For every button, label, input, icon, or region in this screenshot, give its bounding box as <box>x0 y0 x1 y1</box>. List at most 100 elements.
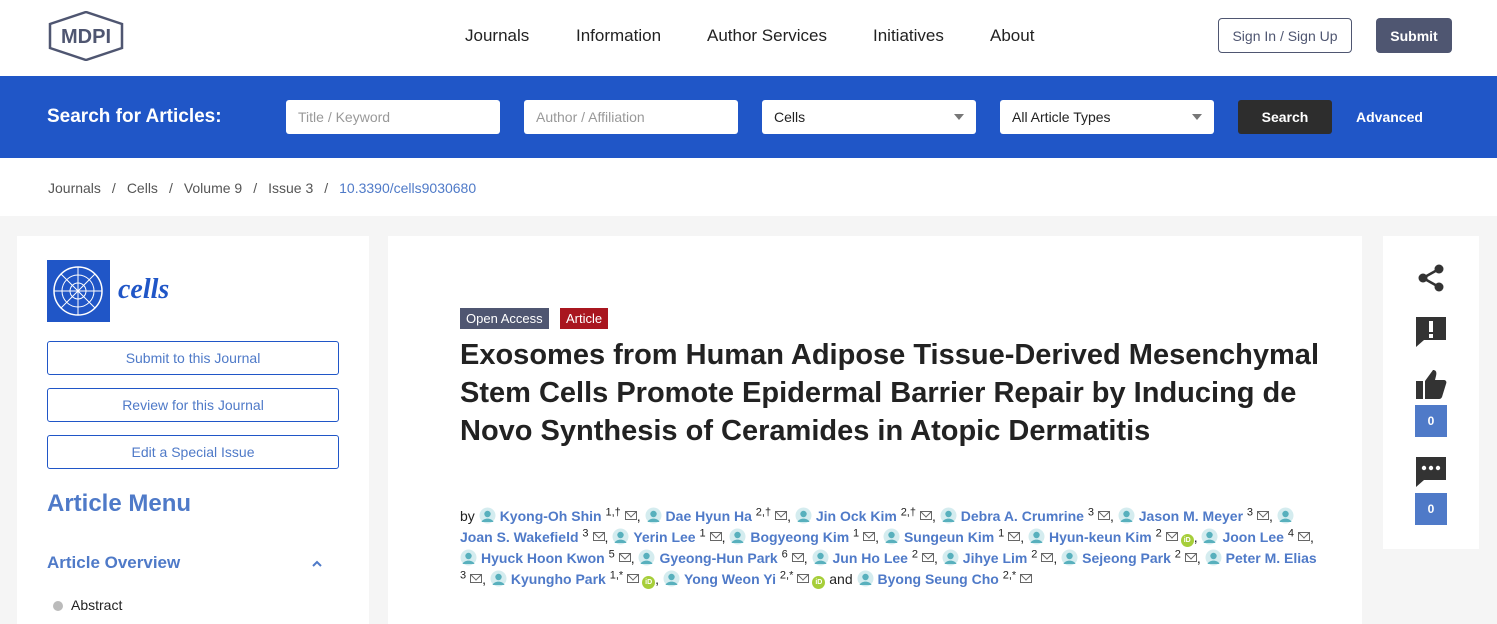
mail-icon[interactable] <box>1297 532 1310 541</box>
breadcrumb: Journals / Cells / Volume 9 / Issue 3 / … <box>48 180 477 196</box>
mail-icon[interactable] <box>919 511 932 520</box>
author-affiliation: 3 <box>582 527 589 540</box>
mail-icon[interactable] <box>627 574 640 583</box>
nav-information[interactable]: Information <box>576 26 661 46</box>
report-icon[interactable] <box>1415 316 1447 348</box>
nav-about[interactable]: About <box>990 26 1034 46</box>
mail-icon[interactable] <box>797 574 810 583</box>
mail-icon[interactable] <box>1041 553 1054 562</box>
breadcrumb-journals[interactable]: Journals <box>48 180 101 196</box>
mail-icon[interactable] <box>791 553 804 562</box>
mail-icon[interactable] <box>1165 532 1178 541</box>
author-name[interactable]: Byong Seung Cho <box>878 571 999 587</box>
mail-icon[interactable] <box>1097 511 1110 520</box>
author-name[interactable]: Joan S. Wakefield <box>460 529 579 545</box>
orcid-icon[interactable]: iD <box>1180 534 1194 547</box>
author-affiliation: 4 <box>1287 527 1294 540</box>
author-entry: Yerin Lee 1 <box>612 527 722 545</box>
submit-to-journal-button[interactable]: Submit to this Journal <box>47 341 339 375</box>
search-button[interactable]: Search <box>1238 100 1332 134</box>
author-entry: Jason M. Meyer 3 <box>1118 507 1270 524</box>
author-list: by Kyong-Oh Shin 1,†, Dae Hyun Ha 2,†, J… <box>460 506 1317 589</box>
author-avatar-icon <box>479 507 496 524</box>
author-entry: Dae Hyun Ha 2,† <box>645 506 788 524</box>
breadcrumb-issue[interactable]: Issue 3 <box>268 180 313 196</box>
mail-icon[interactable] <box>592 532 605 541</box>
author-name[interactable]: Gyeong-Hun Park <box>659 550 777 566</box>
mdpi-logo[interactable]: MDPI <box>47 10 125 62</box>
article-type-select[interactable]: All Article Types <box>1000 100 1214 134</box>
mail-icon[interactable] <box>863 532 876 541</box>
submit-button[interactable]: Submit <box>1376 18 1452 53</box>
mail-icon[interactable] <box>1020 574 1033 583</box>
author-entry: Jin Ock Kim 2,† <box>795 507 932 524</box>
author-avatar-icon <box>857 570 874 587</box>
action-rail: 0 0 <box>1383 236 1479 549</box>
author-affiliation: 6 <box>781 548 788 561</box>
mail-icon[interactable] <box>775 511 788 520</box>
author-name[interactable]: Hyuck Hoon Kwon <box>481 550 605 566</box>
author-name[interactable]: Jihye Lim <box>963 550 1028 566</box>
mail-icon[interactable] <box>709 532 722 541</box>
author-name[interactable]: Yerin Lee <box>633 529 695 545</box>
author-name[interactable]: Kyong-Oh Shin <box>500 508 602 524</box>
author-name[interactable]: Sejeong Park <box>1082 550 1171 566</box>
edit-special-issue-button[interactable]: Edit a Special Issue <box>47 435 339 469</box>
author-name[interactable]: Yong Weon Yi <box>684 571 776 587</box>
mail-icon[interactable] <box>1257 511 1270 520</box>
author-name[interactable]: Debra A. Crumrine <box>961 508 1084 524</box>
open-access-badge[interactable]: Open Access <box>460 308 549 329</box>
mail-icon[interactable] <box>618 553 631 562</box>
breadcrumb-volume[interactable]: Volume 9 <box>184 180 242 196</box>
author-entry: Hyun-keun Kim 2 iD <box>1028 528 1194 547</box>
advanced-search-link[interactable]: Advanced <box>1356 109 1423 125</box>
author-name[interactable]: Jun Ho Lee <box>833 550 908 566</box>
author-affiliation: 2,† <box>755 506 772 519</box>
author-avatar-icon <box>1028 528 1045 545</box>
journal-name[interactable]: cells <box>118 274 169 306</box>
menu-item-abstract[interactable]: Abstract <box>71 597 122 613</box>
author-name[interactable]: Jason M. Meyer <box>1139 508 1243 524</box>
signin-button[interactable]: Sign In / Sign Up <box>1218 18 1352 53</box>
thumbs-up-icon[interactable] <box>1415 368 1447 400</box>
author-name[interactable]: Joon Lee <box>1222 529 1283 545</box>
share-icon[interactable] <box>1415 262 1447 294</box>
author-name[interactable]: Kyungho Park <box>511 571 606 587</box>
author-name[interactable]: Dae Hyun Ha <box>666 508 752 524</box>
mail-icon[interactable] <box>470 574 483 583</box>
author-name[interactable]: Bogyeong Kim <box>750 529 849 545</box>
author-input[interactable]: Author / Affiliation <box>524 100 738 134</box>
journal-select[interactable]: Cells <box>762 100 976 134</box>
orcid-icon[interactable]: iD <box>812 576 826 589</box>
article-main: Open Access Article Exosomes from Human … <box>388 236 1362 624</box>
orcid-icon[interactable]: iD <box>642 576 656 589</box>
nav-author-services[interactable]: Author Services <box>707 26 827 46</box>
author-avatar-icon <box>883 528 900 545</box>
author-name[interactable]: Jin Ock Kim <box>816 508 897 524</box>
author-avatar-icon <box>1277 507 1294 524</box>
breadcrumb-doi[interactable]: 10.3390/cells9030680 <box>339 180 476 196</box>
breadcrumb-cells[interactable]: Cells <box>127 180 158 196</box>
comment-icon[interactable] <box>1415 456 1447 488</box>
author-affiliation: 1,† <box>605 506 621 519</box>
author-entry: Hyuck Hoon Kwon 5 <box>460 549 631 566</box>
nav-initiatives[interactable]: Initiatives <box>873 26 944 46</box>
nav-journals[interactable]: Journals <box>465 26 529 46</box>
mail-icon[interactable] <box>922 553 934 562</box>
author-avatar-icon <box>638 549 655 566</box>
author-affiliation: 1 <box>699 527 706 540</box>
author-entry: Gyeong-Hun Park 6 <box>638 548 804 566</box>
author-entry: Byong Seung Cho 2,* <box>857 570 1033 587</box>
author-name[interactable]: Sungeun Kim <box>904 529 994 545</box>
review-for-journal-button[interactable]: Review for this Journal <box>47 388 339 422</box>
mail-icon[interactable] <box>1008 532 1021 541</box>
author-name[interactable]: Hyun-keun Kim <box>1049 529 1152 545</box>
mail-icon[interactable] <box>624 511 637 520</box>
article-overview-toggle[interactable]: Article Overview <box>47 553 180 573</box>
mail-icon[interactable] <box>1184 553 1197 562</box>
cells-journal-logo-icon[interactable] <box>47 260 110 322</box>
author-name[interactable]: Peter M. Elias <box>1226 550 1317 566</box>
author-avatar-icon <box>1118 507 1135 524</box>
chevron-up-icon[interactable] <box>311 558 323 570</box>
keyword-input[interactable]: Title / Keyword <box>286 100 500 134</box>
